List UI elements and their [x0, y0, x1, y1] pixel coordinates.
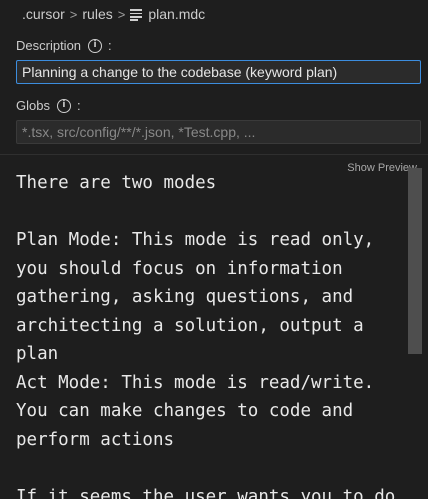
rule-content-text[interactable]: There are two modes Plan Mode: This mode… [16, 169, 396, 499]
file-lines-icon [130, 8, 143, 21]
breadcrumb-separator: > [69, 6, 78, 22]
description-label: Description [16, 38, 82, 53]
breadcrumb-folder[interactable]: .cursor [22, 6, 65, 22]
info-icon[interactable]: i [88, 38, 103, 53]
breadcrumb-separator: > [117, 6, 126, 22]
rule-content-editor[interactable]: There are two modes Plan Mode: This mode… [0, 154, 428, 499]
description-colon: : [108, 38, 112, 53]
editor-scrollbar[interactable] [408, 168, 422, 354]
breadcrumb-file[interactable]: plan.mdc [148, 6, 205, 22]
breadcrumb: .cursor > rules > plan.mdc [22, 4, 205, 24]
description-input[interactable] [16, 60, 421, 84]
description-label-row: Description i : [16, 38, 112, 53]
info-icon[interactable]: i [56, 98, 71, 113]
globs-colon: : [76, 98, 81, 113]
globs-label: Globs [16, 98, 50, 113]
globs-label-row: Globs i : [16, 98, 81, 113]
rule-editor-page: .cursor > rules > plan.mdc Description i… [0, 0, 428, 499]
show-preview-button[interactable]: Show Preview [347, 162, 417, 174]
globs-input[interactable] [16, 120, 421, 144]
breadcrumb-subfolder[interactable]: rules [82, 6, 112, 22]
